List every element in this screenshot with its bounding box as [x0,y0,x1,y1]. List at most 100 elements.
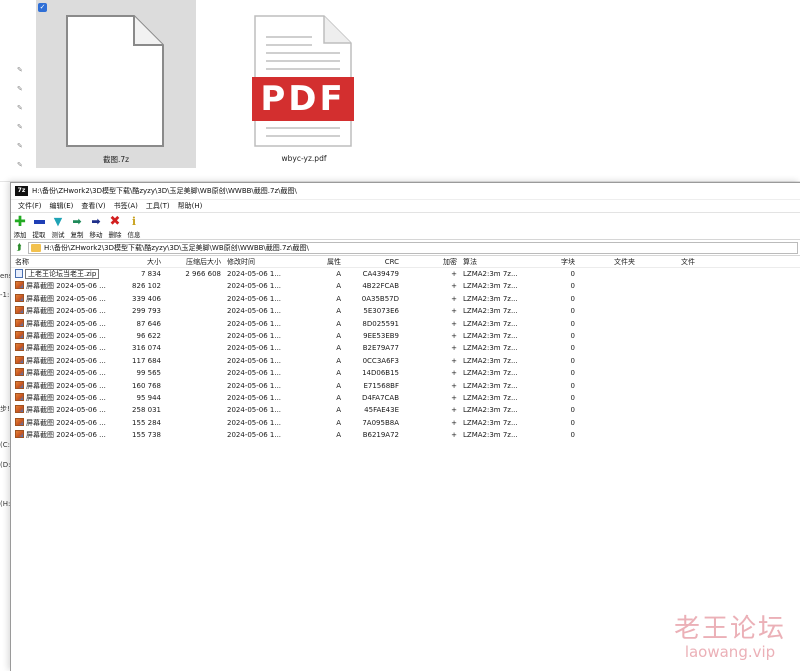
file-row[interactable]: 屏幕截图 2024-05-06 ... 155 284 2024-05-06 1..… [11,417,800,429]
file-row[interactable]: 屏幕截图 2024-05-06 ... 258 031 2024-05-06 1..… [11,404,800,416]
file-row[interactable]: 屏幕截图 2024-05-06 ... 96 622 2024-05-06 1...… [11,330,800,342]
column-header-block[interactable]: 字块 [551,256,575,268]
cell-modified: 2024-05-06 1... [227,331,282,340]
cell-block: 0 [570,431,575,440]
column-header-name[interactable]: 名称 [15,256,105,268]
checkbox-icon[interactable]: ✓ [38,3,47,12]
image-file-icon [15,392,24,401]
cell-modified: 2024-05-06 1... [227,393,282,402]
copy-button[interactable]: ➡ 复制 [70,215,84,240]
info-button[interactable]: i 信息 [127,215,141,240]
column-header-packed[interactable]: 压缩后大小 [163,256,221,268]
cell-enc: + [451,356,457,365]
nav-item-label[interactable]: 步! [0,404,10,414]
menu-edit[interactable]: 编辑(E) [46,201,78,211]
cell-modified: 2024-05-06 1... [227,344,282,353]
image-file-icon [15,368,24,377]
path-input[interactable]: H:\备份\ZHwork2\3D模型下载\酷zyzy\3D\玉足美脚\WB原创\… [28,241,798,254]
cell-attr: A [336,319,341,328]
file-row[interactable]: 上老王论坛当老王.zip 7 834 2 966 608 2024-05-06 1..… [11,268,800,280]
cell-name: 屏幕截图 2024-05-06 ... [15,367,107,379]
pin-icon[interactable]: ✎ [17,123,24,131]
menu-file[interactable]: 文件(F) [14,201,46,211]
file-row[interactable]: 屏幕截图 2024-05-06 ... 160 768 2024-05-06 1..… [11,380,800,392]
cell-name: 上老王论坛当老王.zip [15,268,107,280]
cell-modified: 2024-05-06 1... [227,418,282,427]
pin-icon[interactable]: ✎ [17,104,24,112]
cell-packed [163,367,221,379]
column-header-attributes[interactable]: 属性 [311,256,341,268]
cell-block: 0 [570,393,575,402]
cell-method: LZMA2:3m 7z... [463,270,518,278]
column-header-encrypted[interactable]: 加密 [431,256,457,268]
cell-name: 屏幕截图 2024-05-06 ... [15,429,107,441]
column-header-files[interactable]: 文件 [671,256,695,268]
cell-attr: A [336,381,341,390]
test-button[interactable]: ▼ 测试 [51,215,65,240]
file-row[interactable]: 屏幕截图 2024-05-06 ... 87 646 2024-05-06 1...… [11,318,800,330]
cell-crc: 4B22FCAB [362,282,399,291]
path-text: H:\备份\ZHwork2\3D模型下载\酷zyzy\3D\玉足美脚\WB原创\… [44,243,309,252]
column-header-method[interactable]: 算法 [463,256,523,268]
file-row[interactable]: 屏幕截图 2024-05-06 ... 826 102 2024-05-06 1..… [11,280,800,292]
pin-icon[interactable]: ✎ [17,66,24,74]
cell-enc: + [451,344,457,353]
file-row[interactable]: 屏幕截图 2024-05-06 ... 99 565 2024-05-06 1...… [11,367,800,379]
cell-size: 826 102 [132,282,161,291]
cell-crc: 9EE53EB9 [363,331,399,340]
cell-size: 87 646 [136,319,162,328]
file-row[interactable]: 屏幕截图 2024-05-06 ... 95 944 2024-05-06 1...… [11,392,800,404]
cell-method: LZMA2:3m 7z... [463,418,518,427]
column-header-size[interactable]: 大小 [106,256,161,268]
cell-method: LZMA2:3m 7z... [463,344,518,353]
nav-item-label[interactable]: -1: [0,291,9,299]
cell-crc: CA439479 [362,270,399,278]
image-file-icon [15,343,24,352]
title-bar[interactable]: 7z H:\备份\ZHwork2\3D模型下载\酷zyzy\3D\玉足美脚\WB… [11,183,800,200]
file-row[interactable]: 屏幕截图 2024-05-06 ... 117 684 2024-05-06 1..… [11,355,800,367]
menu-view[interactable]: 查看(V) [77,201,109,211]
menu-bookmarks[interactable]: 书签(A) [110,201,142,211]
file-row[interactable]: 屏幕截图 2024-05-06 ... 316 074 2024-05-06 1..… [11,342,800,354]
cell-name: 屏幕截图 2024-05-06 ... [15,404,107,416]
zip-file-icon [15,268,23,278]
cell-method: LZMA2:3m 7z... [463,294,518,303]
cell-attr: A [336,294,341,303]
cell-method: LZMA2:3m 7z... [463,331,518,340]
column-header-crc[interactable]: CRC [351,256,399,268]
column-header-folders[interactable]: 文件夹 [601,256,635,268]
file-row[interactable]: 屏幕截图 2024-05-06 ... 339 406 2024-05-06 1..… [11,293,800,305]
cell-method: LZMA2:3m 7z... [463,356,518,365]
test-icon: ▼ [53,215,63,228]
nav-item-label[interactable]: (D: [0,461,10,469]
copy-icon: ➡ [72,215,82,228]
menu-help[interactable]: 帮助(H) [174,201,207,211]
7zip-window[interactable]: 7z H:\备份\ZHwork2\3D模型下载\酷zyzy\3D\玉足美脚\WB… [10,182,800,671]
info-icon: i [131,215,137,228]
add-icon: ✚ [14,214,26,230]
up-folder-icon[interactable]: ⮭ [14,243,24,253]
cell-attr: A [336,270,341,278]
cell-modified: 2024-05-06 1... [227,431,282,440]
image-file-icon [15,430,24,439]
cell-name: 屏幕截图 2024-05-06 ... [15,318,107,330]
cell-method: LZMA2:3m 7z... [463,393,518,402]
cell-size: 99 565 [136,369,162,378]
delete-button[interactable]: ✖ 删除 [108,215,122,239]
cell-attr: A [336,431,341,440]
pin-icon[interactable]: ✎ [17,85,24,93]
cell-size: 160 768 [132,381,161,390]
file-row[interactable]: 屏幕截图 2024-05-06 ... 299 793 2024-05-06 1..… [11,305,800,317]
file-name: 屏幕截图 2024-05-06 ... [26,294,106,303]
cell-name: 屏幕截图 2024-05-06 ... [15,342,107,354]
move-button[interactable]: ➡ 移动 [89,216,103,240]
extract-button[interactable]: 提取 [32,216,46,239]
pin-icon[interactable]: ✎ [17,161,24,169]
add-button[interactable]: ✚ 添加 [13,214,27,239]
menu-tools[interactable]: 工具(T) [142,201,174,211]
column-header-modified[interactable]: 修改时间 [227,256,307,268]
pin-icon[interactable]: ✎ [17,142,24,150]
nav-item-label[interactable]: (H: [0,500,10,508]
cell-crc: 45FAE43E [364,406,399,415]
file-row[interactable]: 屏幕截图 2024-05-06 ... 155 738 2024-05-06 1..… [11,429,800,441]
